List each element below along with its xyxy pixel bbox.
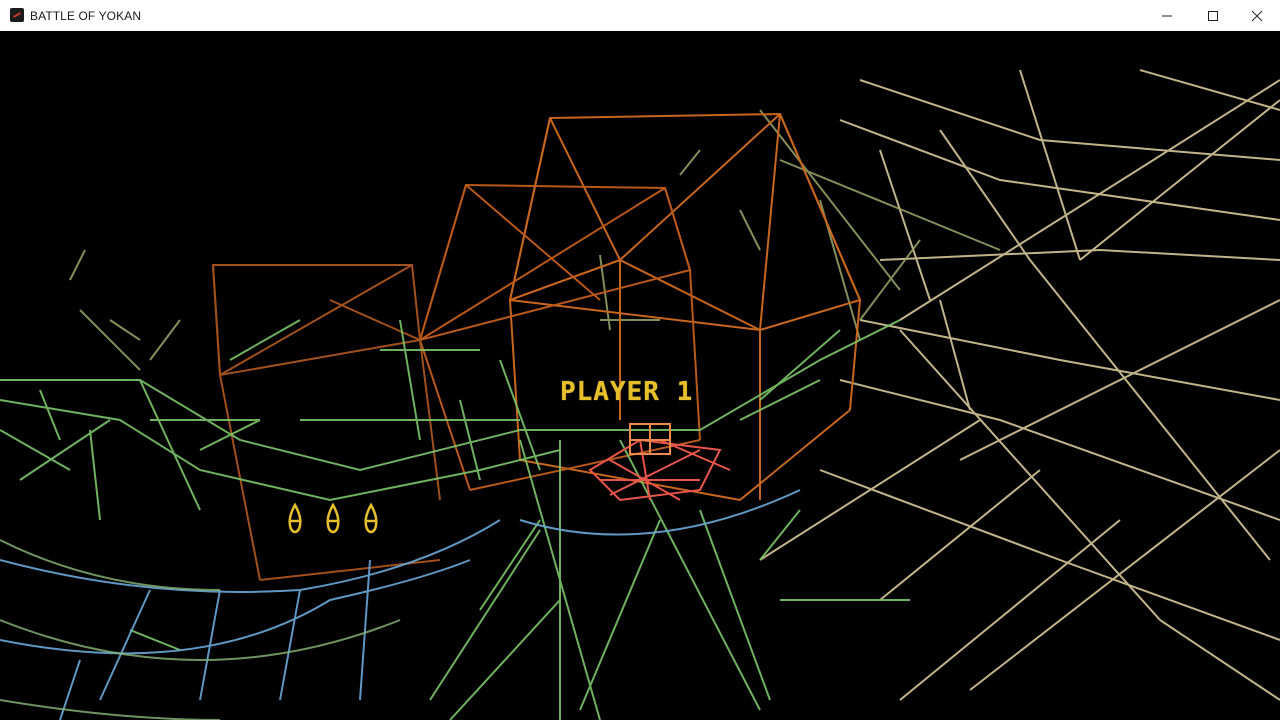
title-bar[interactable]: BATTLE OF YOKAN [0,0,1280,32]
flame-life-icon [288,502,302,534]
game-viewport[interactable]: PLAYER 1 [0,31,1280,720]
wireframe-scene [0,69,1280,720]
near-terrain-grid [0,319,910,720]
close-icon [1251,10,1263,21]
minimize-icon [1162,15,1172,16]
minimize-button[interactable] [1144,0,1190,31]
lives-indicator [288,502,378,534]
water-curves [0,489,801,720]
close-button[interactable] [1234,0,1280,31]
mid-terrain-lines [69,109,1001,371]
maximize-button[interactable] [1190,0,1236,31]
window-title: BATTLE OF YOKAN [30,9,142,23]
far-terrain-grid [759,69,1280,701]
game-window: BATTLE OF YOKAN PLAYER 1 [0,0,1280,720]
player-label: PLAYER 1 [560,377,694,407]
flame-life-icon [326,502,340,534]
maximize-icon [1208,10,1218,21]
flame-life-icon [364,502,378,534]
near-curve-terrain [0,539,401,720]
game-app-icon [10,8,24,22]
player-ship-core [629,423,671,455]
